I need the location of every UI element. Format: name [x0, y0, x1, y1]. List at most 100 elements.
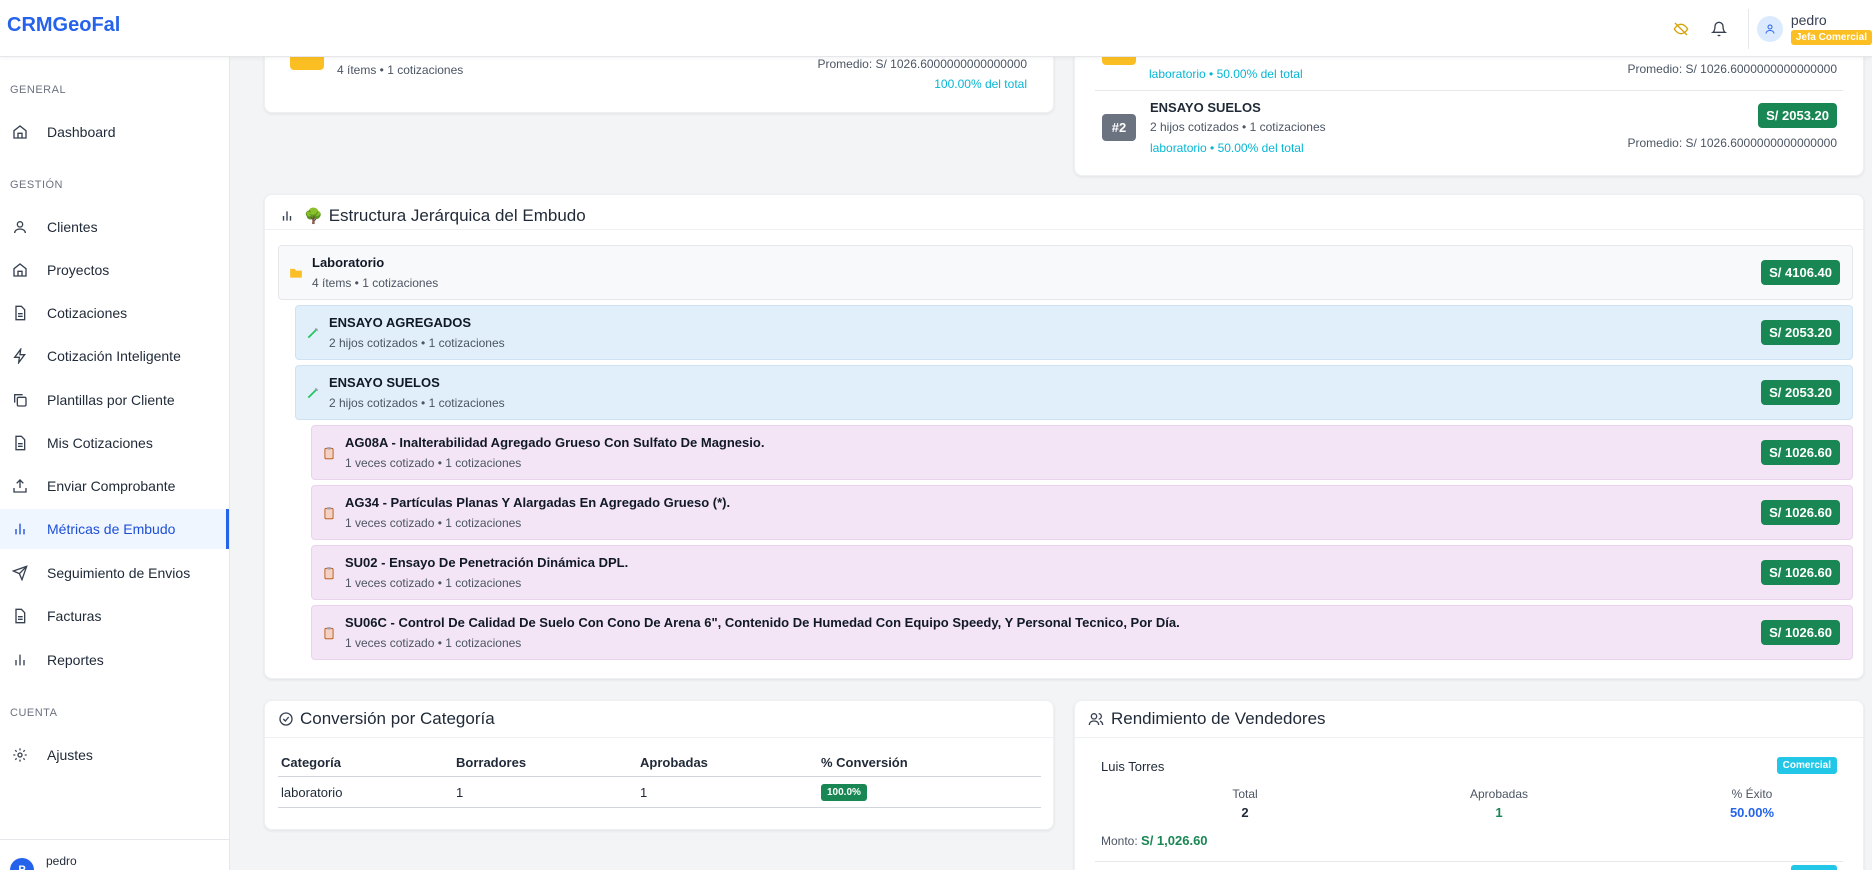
total-value: 2 [1241, 805, 1249, 820]
node-title: ENSAYO AGREGADOS [329, 315, 472, 330]
sidebar-item-plantillas[interactable]: Plantillas por Cliente [0, 380, 229, 420]
divider [1095, 861, 1843, 862]
conversion-card: Conversión por Categoría Categoría Borra… [264, 700, 1054, 830]
node-title: AG08A - Inalterabilidad Agregado Grueso … [345, 435, 765, 450]
node-subtitle: 1 veces cotizado • 1 cotizaciones [345, 456, 522, 470]
node-subtitle: 1 veces cotizado • 1 cotizaciones [345, 576, 522, 590]
total-label: Total [1232, 787, 1258, 801]
sidebar-item-label: Enviar Comprobante [47, 478, 176, 494]
sidebar-item-label: Seguimiento de Envios [47, 565, 191, 581]
node-subtitle: 1 veces cotizado • 1 cotizaciones [345, 636, 522, 650]
sidebar-item-seguimiento-envios[interactable]: Seguimiento de Envios [0, 553, 229, 593]
folder-icon [290, 268, 302, 278]
approved-value: 1 [1495, 805, 1503, 820]
conversion-title-wrap: Conversión por Categoría [278, 709, 495, 729]
node-amount: S/ 1026.60 [1761, 620, 1840, 645]
user-name: pedro [1790, 12, 1827, 28]
column-header: Categoría [281, 755, 341, 770]
sidebar-user[interactable]: P pedro [0, 839, 229, 870]
sidebar-item-metricas-embudo[interactable]: Métricas de Embudo [0, 509, 229, 549]
app-brand[interactable]: CRMGeoFal [7, 14, 120, 37]
tree-node-item[interactable]: SU02 - Ensayo De Penetración Dinámica DP… [311, 545, 1853, 600]
tree-node-item[interactable]: AG34 - Partículas Planas Y Alargadas En … [311, 485, 1853, 540]
home-icon [10, 260, 30, 280]
sidebar-item-cotizacion-inteligente[interactable]: Cotización Inteligente [0, 336, 229, 376]
row2-average: Promedio: S/ 1026.6000000000000000 [1627, 136, 1837, 150]
bar-chart-icon [10, 650, 30, 670]
sidebar-item-label: Ajustes [47, 747, 93, 763]
amount-label: Monto: [1101, 834, 1138, 848]
conversion-badge: 100.0% [821, 784, 867, 801]
card-subtitle: 4 ítems • 1 cotizaciones [337, 63, 464, 77]
sidebar-item-label: Métricas de Embudo [47, 521, 176, 537]
sellers-card: Rendimiento de Vendedores Luis Torres Co… [1074, 700, 1864, 870]
sidebar-item-enviar-comprobante[interactable]: Enviar Comprobante [0, 466, 229, 506]
node-amount: S/ 1026.60 [1761, 560, 1840, 585]
node-title: SU02 - Ensayo De Penetración Dinámica DP… [345, 555, 629, 570]
node-amount: S/ 1026.60 [1761, 500, 1840, 525]
gear-icon [10, 745, 30, 765]
column-header: Borradores [456, 755, 527, 770]
sidebar: GENERAL Dashboard GESTIÓN Clientes Proye… [0, 57, 230, 870]
section-general: GENERAL [10, 84, 67, 96]
user-icon [10, 217, 30, 237]
eye-off-icon[interactable] [1664, 12, 1698, 46]
sidebar-item-dashboard[interactable]: Dashboard [0, 112, 229, 152]
sidebar-item-label: Clientes [47, 219, 98, 235]
tree-node-root[interactable]: Laboratorio 4 ítems • 1 cotizaciones S/ … [278, 245, 1853, 300]
node-subtitle: 2 hijos cotizados • 1 cotizaciones [329, 396, 505, 410]
row2-subtitle: 2 hijos cotizados • 1 cotizaciones [1150, 120, 1326, 134]
tree-node-group[interactable]: ENSAYO AGREGADOS 2 hijos cotizados • 1 c… [295, 305, 1853, 360]
page-title: Estructura Jerárquica del Embudo [328, 206, 586, 225]
role-badge: Jefa Comercial [1790, 30, 1872, 45]
clipboard-icon [324, 507, 334, 520]
section-gestion: GESTIÓN [10, 179, 64, 191]
sidebar-item-clientes[interactable]: Clientes [0, 207, 229, 247]
row1-category: laboratorio • 50.00% del total [1149, 67, 1303, 81]
send-icon [10, 563, 30, 583]
divider [1095, 90, 1843, 91]
tree-node-item[interactable]: SU06C - Control De Calidad De Suelo Con … [311, 605, 1853, 660]
sidebar-item-mis-cotizaciones[interactable]: Mis Cotizaciones [0, 423, 229, 463]
bell-icon[interactable] [1702, 12, 1736, 46]
seller-role-badge [1791, 865, 1837, 870]
node-amount: S/ 4106.40 [1761, 260, 1840, 285]
sidebar-item-ajustes[interactable]: Ajustes [0, 735, 229, 775]
node-amount: S/ 2053.20 [1761, 380, 1840, 405]
section-title: Rendimiento de Vendedores [1111, 709, 1326, 728]
success-value: 50.00% [1729, 805, 1775, 820]
cell-borradores: 1 [456, 784, 464, 800]
row2-amount: S/ 2053.20 [1758, 103, 1837, 128]
sellers-title-wrap: Rendimiento de Vendedores [1087, 709, 1326, 729]
cell-categoria: laboratorio [281, 784, 343, 800]
bar-chart-icon [280, 209, 294, 223]
node-amount: S/ 2053.20 [1761, 320, 1840, 345]
hierarchy-title-wrap: 🌳 Estructura Jerárquica del Embudo [280, 203, 586, 229]
row2-title: ENSAYO SUELOS [1150, 100, 1261, 115]
sidebar-item-facturas[interactable]: Facturas [0, 596, 229, 636]
tree-node-item[interactable]: AG08A - Inalterabilidad Agregado Grueso … [311, 425, 1853, 480]
divider [265, 229, 1863, 230]
top-actions: pedro Jefa Comercial [1664, 0, 1872, 57]
node-title: Laboratorio [312, 255, 385, 270]
seller-role-badge: Comercial [1776, 757, 1837, 774]
bar-chart-icon [10, 519, 30, 539]
column-header: Aprobadas [640, 755, 708, 770]
lightning-icon [10, 346, 30, 366]
sidebar-item-label: Proyectos [47, 262, 110, 278]
user-menu[interactable]: pedro Jefa Comercial [1756, 12, 1872, 45]
tree-node-group[interactable]: ENSAYO SUELOS 2 hijos cotizados • 1 coti… [295, 365, 1853, 420]
section-title: Conversión por Categoría [300, 709, 495, 728]
clipboard-icon [324, 627, 334, 640]
sidebar-item-cotizaciones[interactable]: Cotizaciones [0, 293, 229, 333]
clipboard-icon [324, 447, 334, 460]
test-tube-icon [307, 327, 319, 339]
node-amount: S/ 1026.60 [1761, 440, 1840, 465]
sidebar-item-proyectos[interactable]: Proyectos [0, 250, 229, 290]
divider [1747, 8, 1749, 49]
divider [1075, 737, 1863, 738]
sidebar-item-reportes[interactable]: Reportes [0, 640, 229, 680]
sidebar-item-label: Plantillas por Cliente [47, 392, 175, 408]
conversion-table: Categoría Borradores Aprobadas % Convers… [278, 753, 1041, 808]
node-title: SU06C - Control De Calidad De Suelo Con … [345, 615, 1180, 630]
